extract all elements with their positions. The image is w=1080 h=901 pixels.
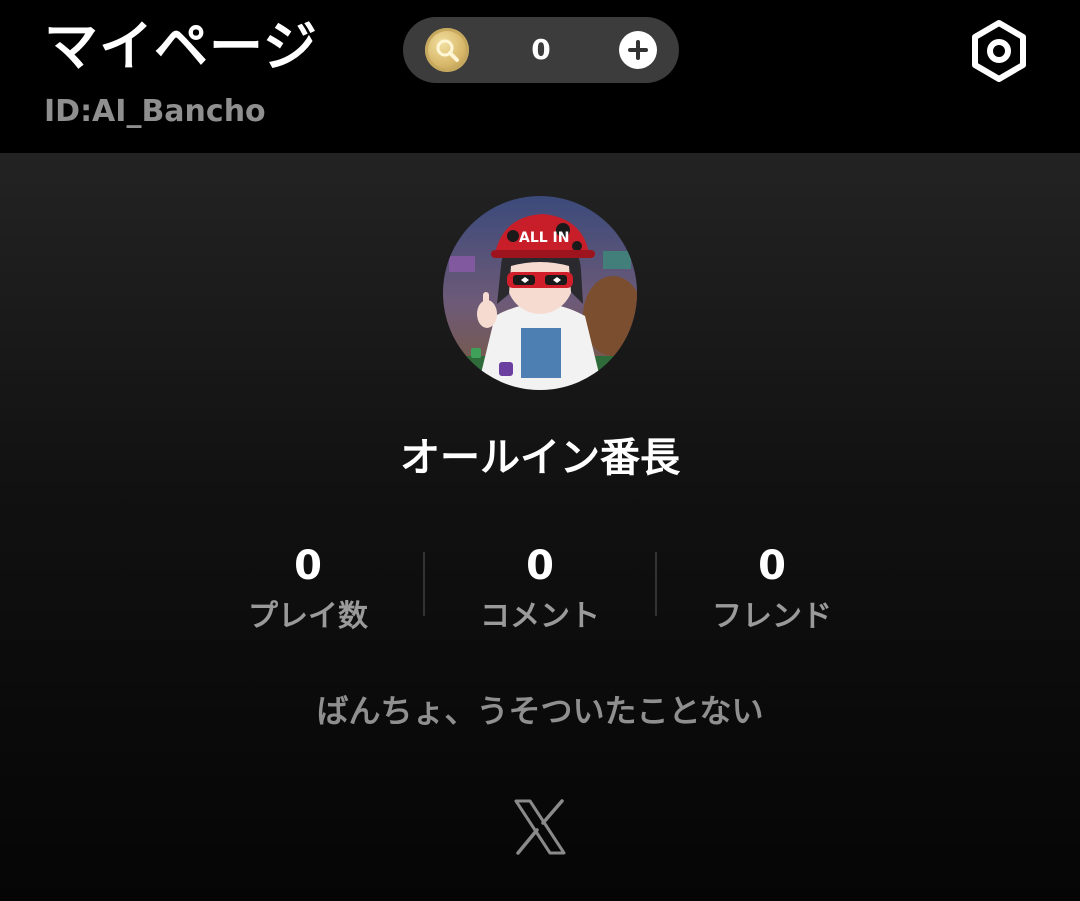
header: マイページ ID:AI_Bancho 0 bbox=[0, 0, 1080, 153]
stat-plays-value: 0 bbox=[294, 543, 322, 589]
stat-plays[interactable]: 0 プレイ数 bbox=[192, 541, 424, 639]
profile-bio: ばんちょ、うそついたことない bbox=[316, 692, 764, 730]
stat-friends-label: フレンド bbox=[712, 599, 832, 634]
stat-comments-value: 0 bbox=[526, 543, 554, 589]
display-name: オールイン番長 bbox=[400, 435, 680, 481]
stat-friends-value: 0 bbox=[758, 543, 786, 589]
add-coins-plus-icon[interactable] bbox=[619, 31, 657, 69]
profile-section: ALL IN オールイン番長 0 プレイ数 0 コメント 0 フレンド ばんちょ… bbox=[0, 153, 1080, 901]
stat-comments[interactable]: 0 コメント bbox=[424, 541, 656, 639]
avatar-cap-text: ALL IN bbox=[519, 230, 569, 246]
user-id: ID:AI_Bancho bbox=[44, 94, 266, 129]
coin-balance-pill[interactable]: 0 bbox=[403, 17, 679, 83]
stat-comments-label: コメント bbox=[480, 599, 600, 634]
avatar[interactable]: ALL IN bbox=[443, 196, 637, 390]
stat-friends[interactable]: 0 フレンド bbox=[656, 541, 888, 639]
x-logo-icon[interactable] bbox=[512, 797, 568, 857]
page-title: マイページ bbox=[44, 15, 318, 78]
settings-icon[interactable] bbox=[966, 18, 1032, 84]
stat-plays-label: プレイ数 bbox=[248, 599, 368, 634]
